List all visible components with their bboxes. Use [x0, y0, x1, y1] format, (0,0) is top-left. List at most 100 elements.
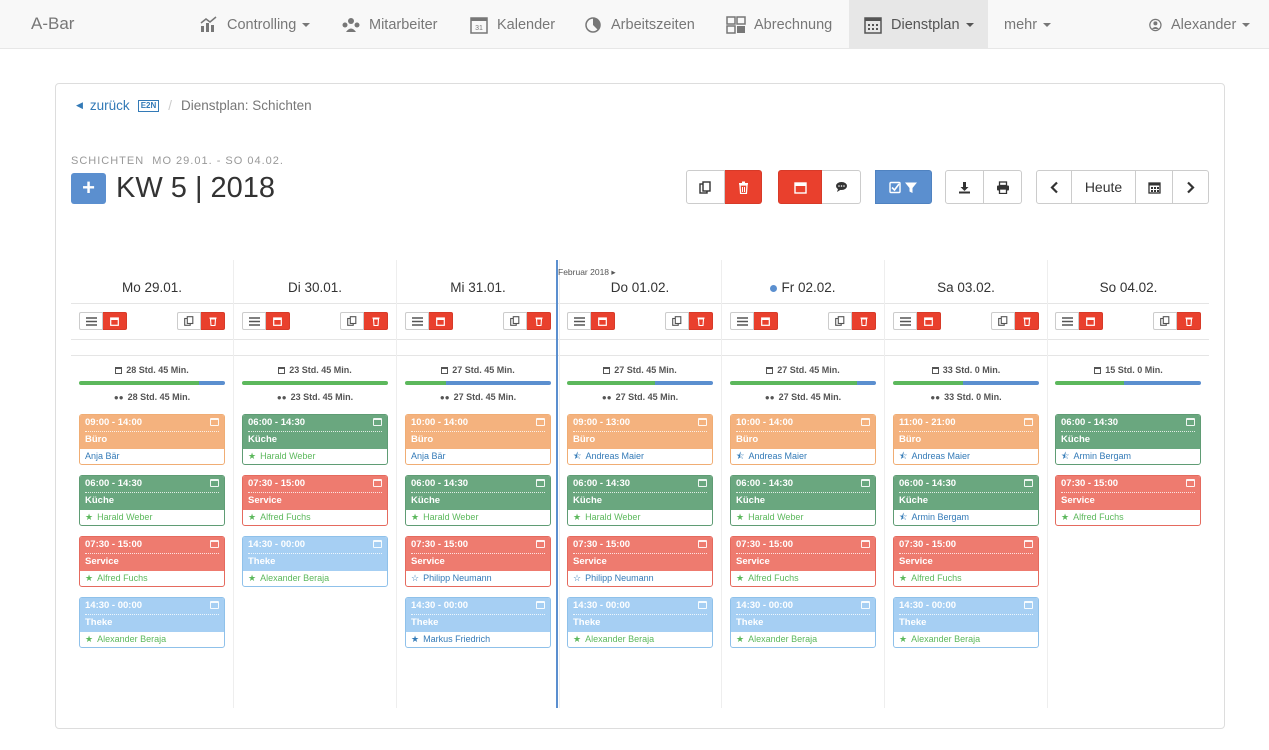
shift-card[interactable]: 14:30 - 00:00 Theke ★ Alexander Beraja — [242, 536, 388, 587]
copy-week-button[interactable] — [686, 170, 725, 204]
calendar-icon[interactable] — [210, 479, 219, 487]
day-header[interactable]: Fr 02.02. — [722, 280, 884, 295]
shift-employee[interactable]: ★ Alexander Beraja — [894, 632, 1038, 647]
calendar-view-button[interactable] — [778, 170, 822, 204]
delete-day-button[interactable] — [201, 312, 225, 330]
user-menu[interactable]: Alexander — [1149, 0, 1251, 49]
copy-day-button[interactable] — [665, 312, 689, 330]
nav-abrechnung[interactable]: Abrechnung — [726, 0, 832, 49]
filter-button[interactable] — [875, 170, 932, 204]
shift-card[interactable]: 07:30 - 15:00 Service ★ Alfred Fuchs — [730, 536, 876, 587]
calendar-icon[interactable] — [536, 418, 545, 426]
shift-card[interactable]: 09:00 - 14:00 Büro Anja Bär — [79, 414, 225, 465]
day-calendar-button[interactable] — [429, 312, 453, 330]
next-week-button[interactable] — [1173, 170, 1209, 204]
shift-employee[interactable]: ⯪ Andreas Maier — [568, 449, 712, 464]
delete-day-button[interactable] — [852, 312, 876, 330]
nav-arbeitszeiten[interactable]: Arbeitszeiten — [583, 0, 695, 49]
calendar-icon[interactable] — [861, 418, 870, 426]
delete-week-button[interactable] — [725, 170, 762, 204]
day-list-button[interactable] — [79, 312, 103, 330]
day-calendar-button[interactable] — [917, 312, 941, 330]
calendar-icon[interactable] — [1024, 540, 1033, 548]
shift-employee[interactable]: ★ Markus Friedrich — [406, 632, 550, 647]
print-button[interactable] — [984, 170, 1022, 204]
calendar-icon[interactable] — [1186, 479, 1195, 487]
day-list-button[interactable] — [405, 312, 429, 330]
calendar-icon[interactable] — [373, 418, 382, 426]
shift-employee[interactable]: ★ Alfred Fuchs — [731, 571, 875, 586]
shift-employee[interactable]: Anja Bär — [80, 449, 224, 464]
shift-employee[interactable]: ☆ Philipp Neumann — [406, 571, 550, 586]
shift-card[interactable]: 14:30 - 00:00 Theke ★ Alexander Beraja — [893, 597, 1039, 648]
day-calendar-button[interactable] — [754, 312, 778, 330]
today-button[interactable]: Heute — [1072, 170, 1136, 204]
shift-employee[interactable]: ★ Alfred Fuchs — [243, 510, 387, 525]
shift-employee[interactable]: ☆ Philipp Neumann — [568, 571, 712, 586]
day-header[interactable]: Mi 31.01. — [397, 280, 559, 295]
day-list-button[interactable] — [242, 312, 266, 330]
shift-card[interactable]: 07:30 - 15:00 Service ☆ Philipp Neumann — [567, 536, 713, 587]
shift-card[interactable]: 11:00 - 21:00 Büro ⯪ Andreas Maier — [893, 414, 1039, 465]
calendar-icon[interactable] — [1186, 418, 1195, 426]
nav-kalender[interactable]: 31 Kalender — [469, 0, 555, 49]
shift-employee[interactable]: ★ Alexander Beraja — [568, 632, 712, 647]
calendar-icon[interactable] — [373, 479, 382, 487]
copy-day-button[interactable] — [503, 312, 527, 330]
copy-day-button[interactable] — [340, 312, 364, 330]
shift-employee[interactable]: ★ Alexander Beraja — [80, 632, 224, 647]
day-header[interactable]: Di 30.01. — [234, 280, 396, 295]
calendar-icon[interactable] — [698, 479, 707, 487]
shift-card[interactable]: 14:30 - 00:00 Theke ★ Alexander Beraja — [79, 597, 225, 648]
chevron-left-icon[interactable]: ◀ — [76, 100, 83, 111]
calendar-icon[interactable] — [1024, 601, 1033, 609]
shift-card[interactable]: 06:00 - 14:30 Küche ⯪ Armin Bergam — [1055, 414, 1201, 465]
calendar-icon[interactable] — [536, 540, 545, 548]
delete-day-button[interactable] — [364, 312, 388, 330]
day-list-button[interactable] — [1055, 312, 1079, 330]
shift-employee[interactable]: ★ Alexander Beraja — [243, 571, 387, 586]
shift-card[interactable]: 06:00 - 14:30 Küche ★ Harald Weber — [79, 475, 225, 526]
day-header[interactable]: So 04.02. — [1047, 280, 1210, 295]
calendar-icon[interactable] — [1024, 418, 1033, 426]
calendar-icon[interactable] — [1024, 479, 1033, 487]
shift-employee[interactable]: ★ Harald Weber — [243, 449, 387, 464]
delete-day-button[interactable] — [1015, 312, 1039, 330]
shift-employee[interactable]: ★ Alfred Fuchs — [894, 571, 1038, 586]
calendar-icon[interactable] — [210, 601, 219, 609]
shift-card[interactable]: 14:30 - 00:00 Theke ★ Alexander Beraja — [730, 597, 876, 648]
day-list-button[interactable] — [893, 312, 917, 330]
shift-employee[interactable]: ★ Alfred Fuchs — [80, 571, 224, 586]
day-calendar-button[interactable] — [266, 312, 290, 330]
shift-card[interactable]: 07:30 - 15:00 Service ★ Alfred Fuchs — [242, 475, 388, 526]
download-button[interactable] — [945, 170, 984, 204]
shift-employee[interactable]: ⯪ Andreas Maier — [894, 449, 1038, 464]
shift-card[interactable]: 10:00 - 14:00 Büro ⯪ Andreas Maier — [730, 414, 876, 465]
calendar-icon[interactable] — [698, 540, 707, 548]
calendar-icon[interactable] — [373, 540, 382, 548]
date-picker-button[interactable] — [1136, 170, 1173, 204]
day-calendar-button[interactable] — [1079, 312, 1103, 330]
add-shift-button[interactable]: + — [71, 173, 106, 204]
shift-employee[interactable]: ★ Harald Weber — [406, 510, 550, 525]
previous-week-button[interactable] — [1036, 170, 1072, 204]
shift-card[interactable]: 06:00 - 14:30 Küche ★ Harald Weber — [242, 414, 388, 465]
day-list-button[interactable] — [730, 312, 754, 330]
calendar-icon[interactable] — [698, 418, 707, 426]
shift-employee[interactable]: ★ Harald Weber — [80, 510, 224, 525]
nav-controlling[interactable]: Controlling — [199, 0, 311, 49]
delete-day-button[interactable] — [527, 312, 551, 330]
nav-mitarbeiter[interactable]: Mitarbeiter — [341, 0, 438, 49]
back-link[interactable]: zurück — [90, 98, 130, 113]
shift-card[interactable]: 06:00 - 14:30 Küche ★ Harald Weber — [730, 475, 876, 526]
shift-card[interactable]: 07:30 - 15:00 Service ★ Alfred Fuchs — [893, 536, 1039, 587]
delete-day-button[interactable] — [689, 312, 713, 330]
day-header[interactable]: Sa 03.02. — [885, 280, 1047, 295]
nav-mehr[interactable]: mehr — [1004, 0, 1052, 49]
shift-employee[interactable]: ★ Alexander Beraja — [731, 632, 875, 647]
calendar-icon[interactable] — [698, 601, 707, 609]
shift-card[interactable]: 14:30 - 00:00 Theke ★ Markus Friedrich — [405, 597, 551, 648]
shift-employee[interactable]: ⯪ Armin Bergam — [1056, 449, 1200, 464]
copy-day-button[interactable] — [991, 312, 1015, 330]
shift-card[interactable]: 06:00 - 14:30 Küche ★ Harald Weber — [567, 475, 713, 526]
